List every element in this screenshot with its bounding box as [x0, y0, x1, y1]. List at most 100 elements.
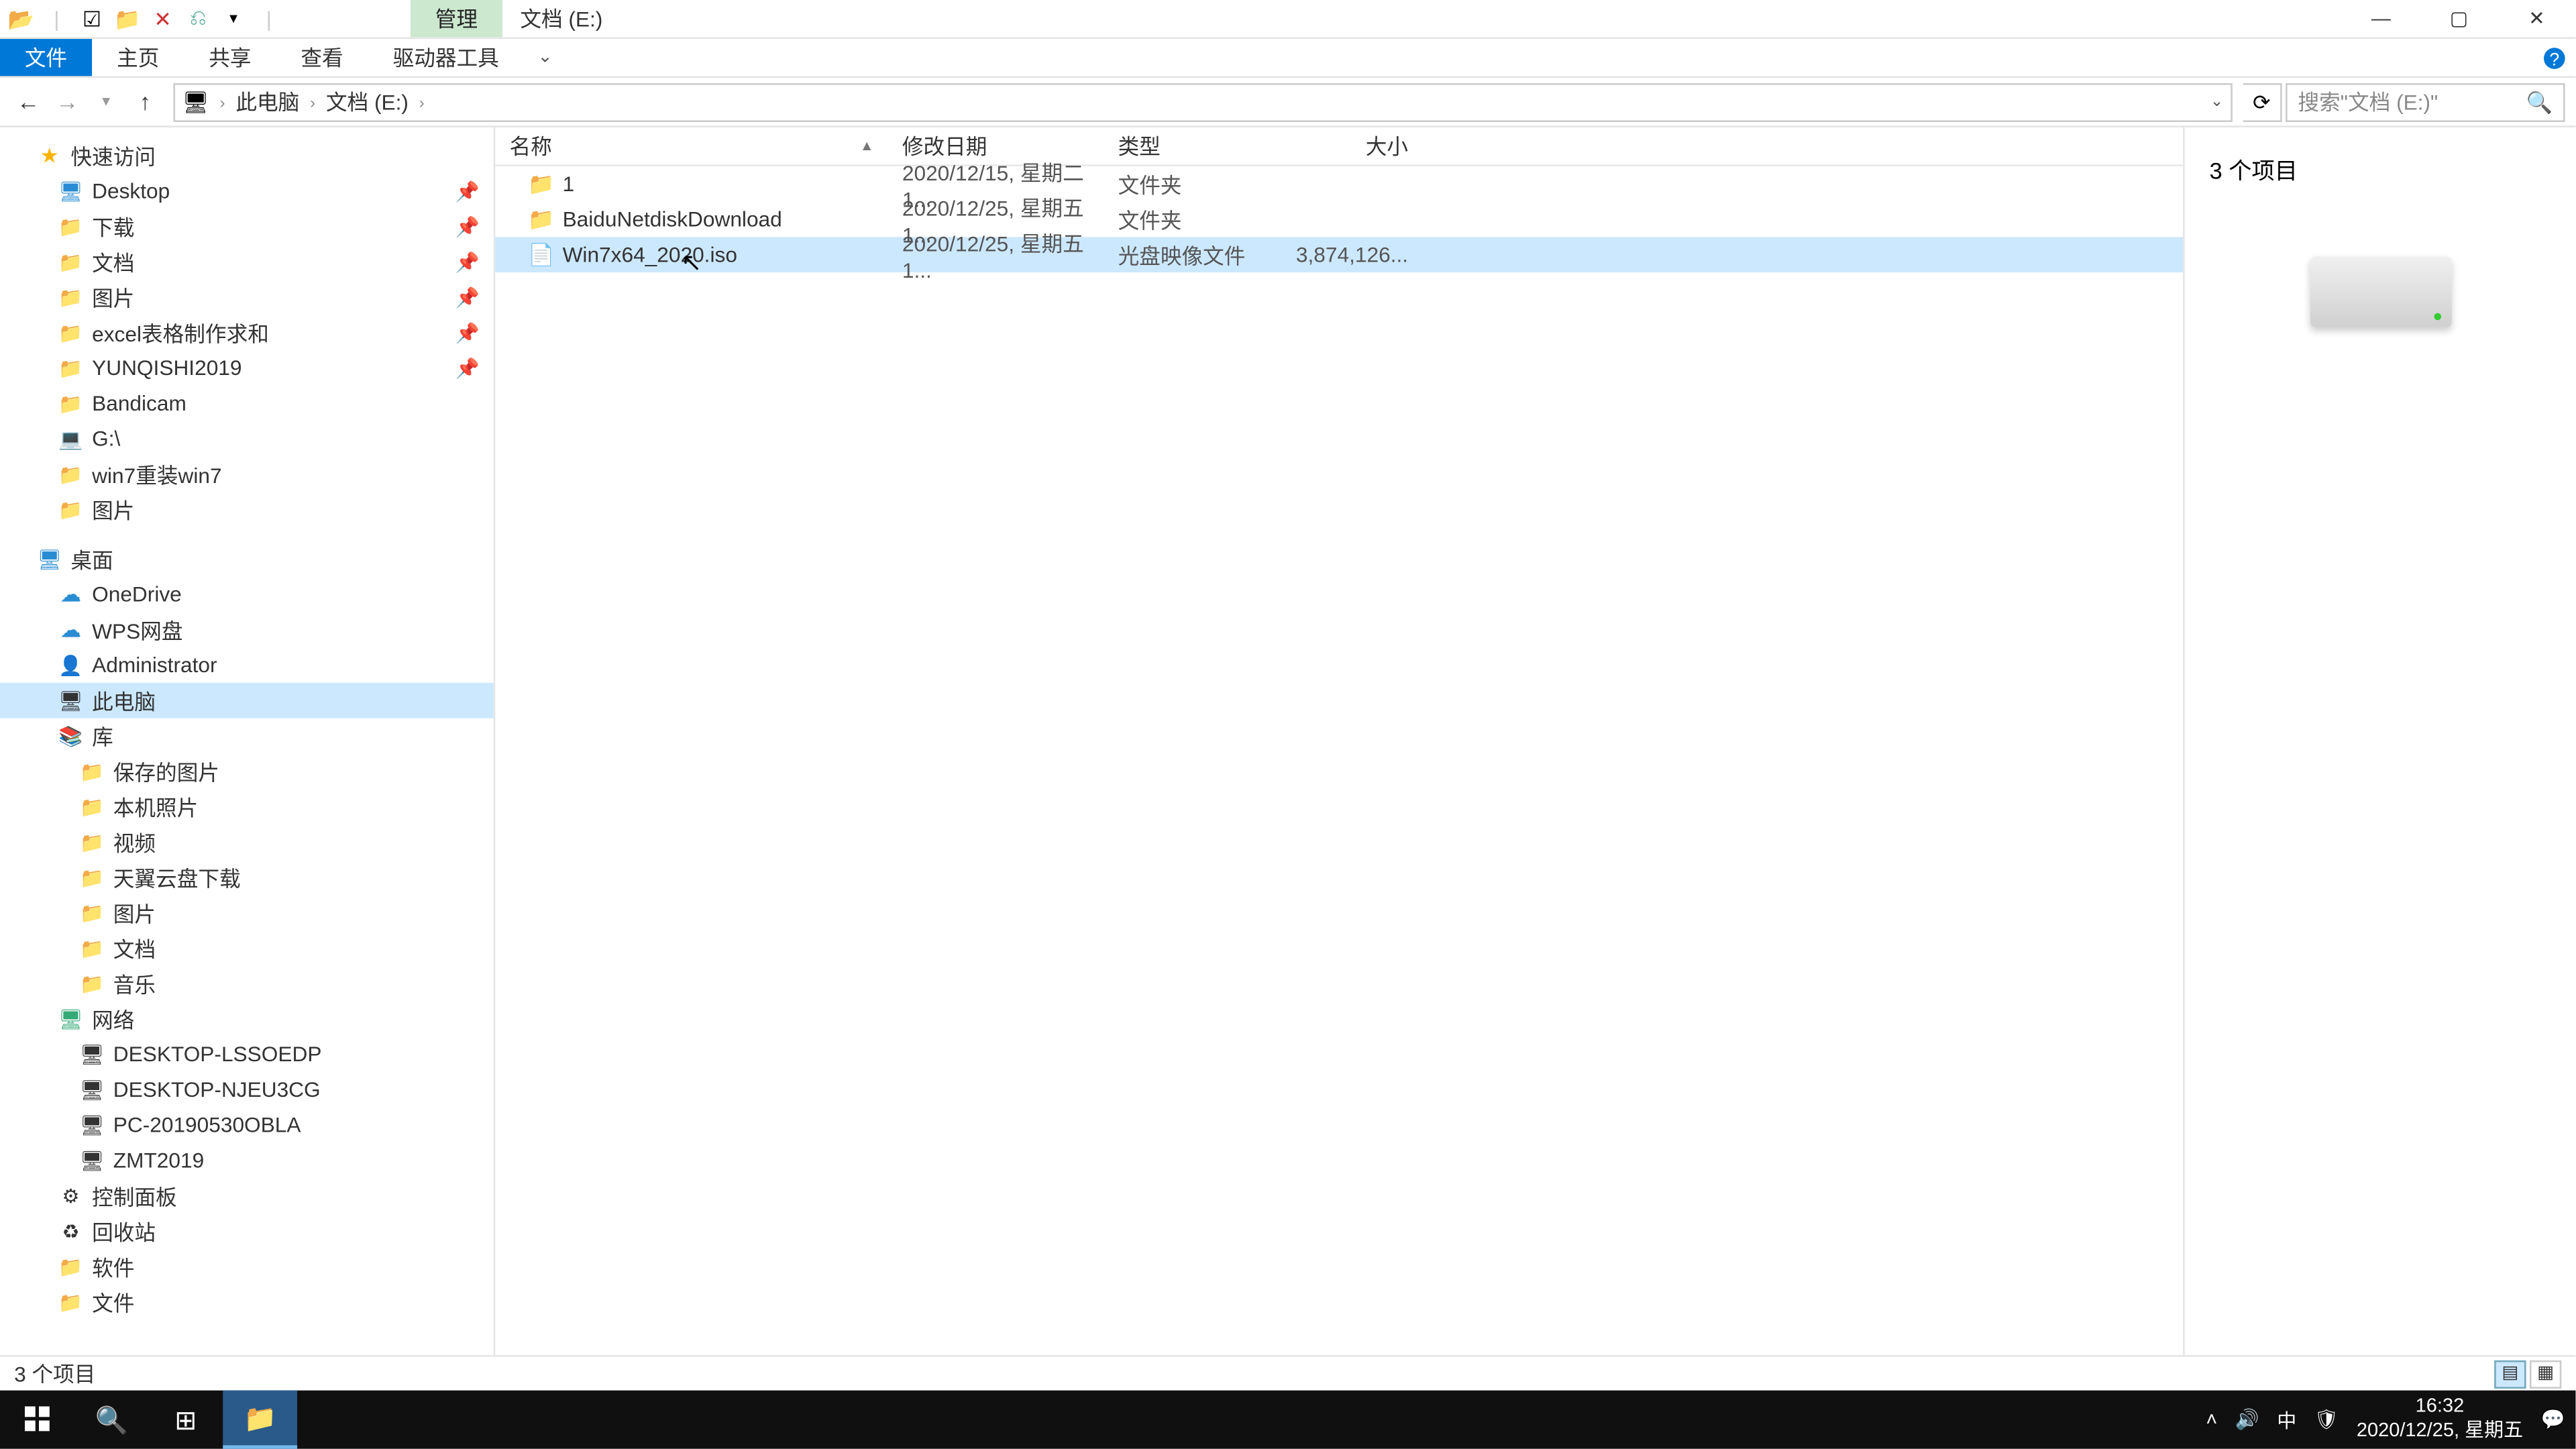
nav-item[interactable]: 此电脑	[0, 683, 494, 718]
search-button[interactable]: 🔍	[74, 1391, 149, 1449]
file-date: 2020/12/25, 星期五 1...	[888, 227, 1104, 282]
column-headers: 名称▲ 修改日期 类型 大小	[495, 127, 2183, 166]
qat-properties-icon[interactable]: ☑	[78, 5, 106, 33]
refresh-button[interactable]: ⟳	[2243, 83, 2282, 121]
nav-item[interactable]: 下载📌	[0, 209, 494, 244]
nav-item[interactable]: DESKTOP-NJEU3CG	[0, 1072, 494, 1108]
nav-item[interactable]: 文件	[0, 1284, 494, 1320]
nav-item-label: Bandicam	[92, 391, 186, 416]
nav-item[interactable]: OneDrive	[0, 577, 494, 612]
qat-newfolder-icon[interactable]: 📁	[113, 5, 142, 33]
sort-asc-icon: ▲	[860, 138, 874, 154]
view-thumbs-button[interactable]: ▦	[2530, 1360, 2561, 1388]
file-row[interactable]: 📄 Win7x64_2020.iso 2020/12/25, 星期五 1... …	[495, 237, 2183, 272]
col-name[interactable]: 名称▲	[495, 131, 888, 161]
nav-item[interactable]: PC-20190530OBLA	[0, 1108, 494, 1143]
tab-drive-tools[interactable]: 驱动器工具	[368, 39, 524, 76]
nav-quick-access[interactable]: 快速访问	[0, 138, 494, 174]
tab-share[interactable]: 共享	[184, 39, 276, 76]
explorer-taskbar-button[interactable]: 📁	[223, 1391, 297, 1449]
qat-separator: |	[42, 5, 70, 33]
pin-icon: 📌	[455, 321, 479, 344]
maximize-button[interactable]: ▢	[2420, 0, 2498, 38]
ime-indicator[interactable]: 中	[2277, 1405, 2296, 1434]
nav-item[interactable]: Bandicam	[0, 386, 494, 421]
nav-item-icon	[56, 177, 85, 205]
nav-item-icon	[56, 248, 85, 276]
nav-item[interactable]: 软件	[0, 1249, 494, 1285]
nav-forward-button[interactable]: →	[50, 84, 85, 119]
nav-item[interactable]: WPS网盘	[0, 612, 494, 647]
nav-item[interactable]: 文档	[0, 930, 494, 966]
search-icon[interactable]: 🔍	[2526, 89, 2553, 114]
file-row[interactable]: 📁 1 2020/12/15, 星期二 1... 文件夹	[495, 166, 2183, 202]
nav-item-label: 保存的图片	[113, 756, 219, 786]
help-icon[interactable]: ?	[2533, 39, 2575, 76]
nav-item[interactable]: 图片	[0, 492, 494, 527]
security-icon[interactable]: 🛡	[2314, 1408, 2339, 1431]
nav-item[interactable]: 控制面板	[0, 1178, 494, 1214]
nav-item[interactable]: YUNQISHI2019📌	[0, 350, 494, 386]
nav-item[interactable]: Desktop📌	[0, 173, 494, 209]
nav-item-icon	[78, 863, 106, 892]
nav-item[interactable]: ZMT2019	[0, 1143, 494, 1179]
quick-access-toolbar: 📂 | ☑ 📁 ✕ ⎌ ▾ |	[0, 5, 290, 33]
nav-item[interactable]: 保存的图片	[0, 753, 494, 789]
nav-item[interactable]: 库	[0, 718, 494, 754]
file-type: 光盘映像文件	[1104, 239, 1281, 270]
crumb-drive[interactable]: 文档 (E:)	[326, 87, 409, 117]
nav-item[interactable]: win7重装win7	[0, 456, 494, 492]
nav-item[interactable]: excel表格制作求和📌	[0, 315, 494, 350]
nav-item[interactable]: G:\	[0, 421, 494, 457]
nav-back-button[interactable]: ←	[11, 84, 46, 119]
nav-item[interactable]: DESKTOP-LSSOEDP	[0, 1036, 494, 1072]
crumb-this-pc[interactable]: 此电脑	[235, 87, 299, 117]
minimize-button[interactable]: —	[2342, 0, 2420, 38]
clock[interactable]: 16:32 2020/12/25, 星期五	[2357, 1396, 2523, 1443]
nav-item[interactable]: 回收站	[0, 1214, 494, 1249]
qat-undo-icon[interactable]: ⎌	[184, 5, 212, 33]
nav-item[interactable]: 文档📌	[0, 244, 494, 280]
nav-item[interactable]: 视频	[0, 824, 494, 860]
taskview-button[interactable]: ⊞	[149, 1391, 223, 1449]
search-input[interactable]: 搜索"文档 (E:)" 🔍	[2286, 83, 2565, 121]
close-button[interactable]: ✕	[2498, 0, 2575, 38]
nav-item-icon	[56, 283, 85, 311]
address-dropdown-icon[interactable]: ⌄	[2210, 92, 2224, 111]
volume-icon[interactable]: 🔊	[2235, 1408, 2259, 1431]
qat-separator2: |	[255, 5, 283, 33]
view-details-button[interactable]: ▤	[2494, 1360, 2526, 1388]
nav-item[interactable]: 网络	[0, 1002, 494, 1037]
nav-item-label: 网络	[92, 1004, 134, 1034]
nav-item[interactable]: Administrator	[0, 647, 494, 683]
nav-history-dropdown[interactable]: ▾	[89, 84, 124, 119]
tab-home[interactable]: 主页	[92, 39, 184, 76]
tab-view[interactable]: 查看	[276, 39, 368, 76]
nav-item-icon	[78, 792, 106, 820]
nav-item[interactable]: 音乐	[0, 966, 494, 1002]
address-box[interactable]: 🖥 › 此电脑 › 文档 (E:) › ⌄	[173, 83, 2232, 121]
nav-desktop-root[interactable]: 桌面	[0, 541, 494, 577]
nav-item[interactable]: 图片📌	[0, 280, 494, 315]
nav-up-button[interactable]: ↑	[127, 84, 163, 119]
col-type[interactable]: 类型	[1104, 131, 1281, 161]
ribbon-expand-icon[interactable]: ⌄	[524, 39, 566, 76]
file-row[interactable]: 📁 BaiduNetdiskDownload 2020/12/25, 星期五 1…	[495, 202, 2183, 237]
ribbon-tabs: 文件 主页 共享 查看 驱动器工具 ⌄ ?	[0, 39, 2575, 78]
tray-chevron-icon[interactable]: ˄	[2206, 1409, 2217, 1430]
nav-item-icon	[56, 616, 85, 644]
col-size[interactable]: 大小	[1281, 131, 1422, 161]
navigation-pane[interactable]: 快速访问 Desktop📌下载📌文档📌图片📌excel表格制作求和📌YUNQIS…	[0, 127, 495, 1355]
pc-icon: 🖥	[182, 89, 209, 114]
nav-item-icon	[56, 495, 85, 523]
nav-item-label: ZMT2019	[113, 1148, 204, 1173]
qat-delete-icon[interactable]: ✕	[149, 5, 177, 33]
nav-item[interactable]: 本机照片	[0, 789, 494, 824]
pin-icon: 📌	[455, 356, 479, 379]
nav-item[interactable]: 图片	[0, 895, 494, 930]
qat-dropdown-icon[interactable]: ▾	[219, 5, 248, 33]
tab-file[interactable]: 文件	[0, 39, 92, 76]
nav-item[interactable]: 天翼云盘下载	[0, 860, 494, 896]
action-center-icon[interactable]: 💬	[2541, 1408, 2565, 1431]
start-button[interactable]	[0, 1391, 74, 1449]
